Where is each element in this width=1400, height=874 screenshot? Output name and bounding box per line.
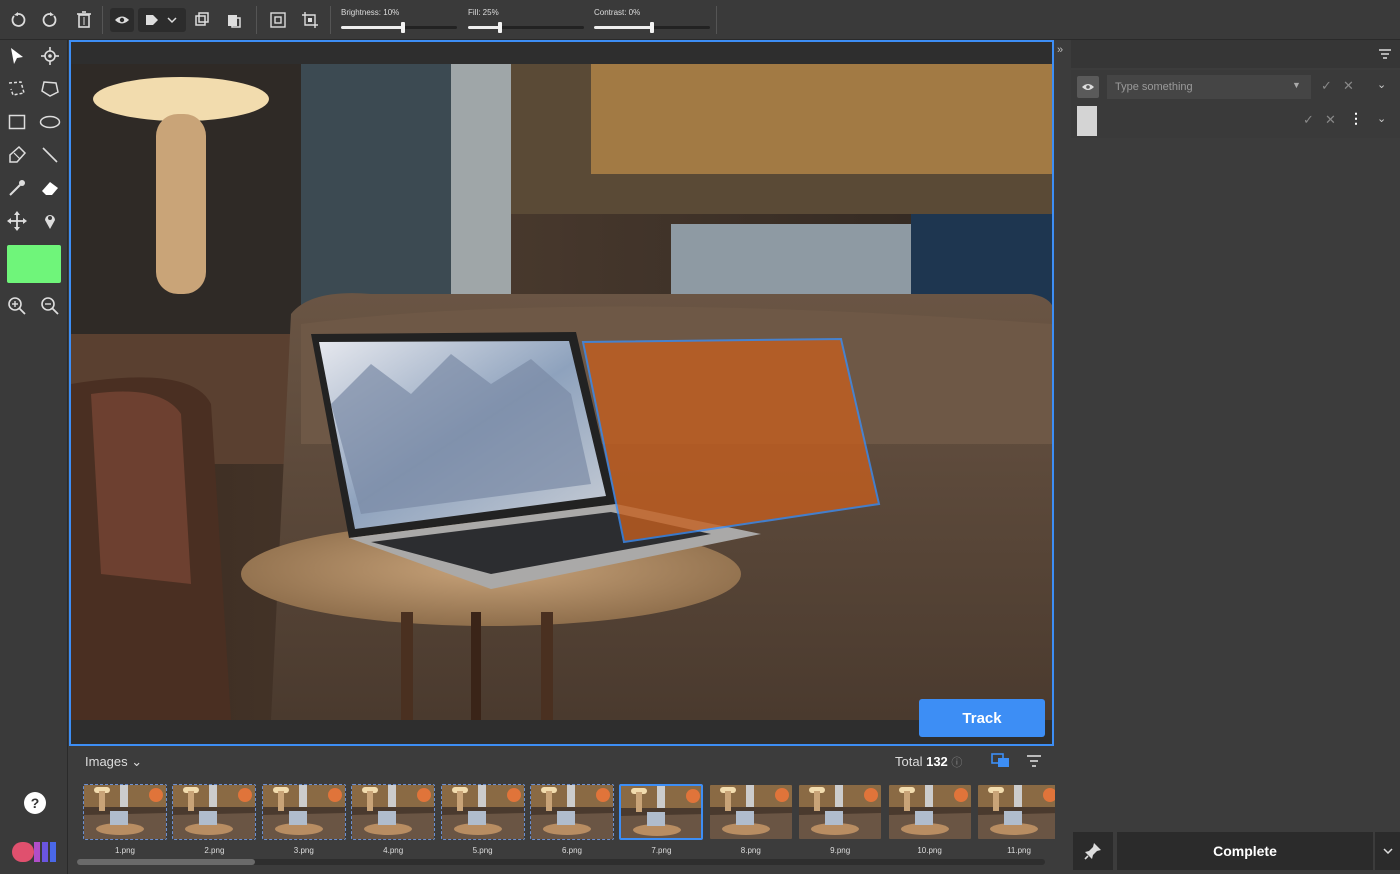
thumbnail[interactable]	[351, 784, 436, 840]
thumbnail[interactable]	[530, 784, 614, 840]
eye-toggle-icon[interactable]	[1077, 76, 1099, 98]
fit-selection-icon[interactable]	[266, 8, 290, 32]
visibility-eye-icon[interactable]	[110, 8, 134, 32]
object-close-icon[interactable]: ✕	[1325, 112, 1336, 128]
check-icon[interactable]: ✓	[1321, 78, 1332, 94]
crosshair-tool-icon[interactable]	[37, 43, 63, 69]
thumbnail[interactable]	[619, 784, 704, 840]
complete-button[interactable]: Complete	[1117, 832, 1373, 870]
images-title[interactable]: Images ⌄	[85, 754, 142, 770]
undo-icon[interactable]	[6, 8, 30, 32]
object-expand-icon[interactable]: ⌄	[1377, 112, 1386, 125]
pen-tool-icon[interactable]	[4, 142, 30, 168]
brightness-slider[interactable]: Brightness: 10%	[341, 8, 457, 34]
pin-button[interactable]	[1073, 832, 1113, 870]
copy-icon[interactable]	[190, 8, 214, 32]
complete-options-chevron-icon[interactable]	[1375, 832, 1400, 870]
eyedropper-tool-icon[interactable]	[4, 175, 30, 201]
thumbnail-label: 10.png	[917, 846, 942, 855]
objects-panel: » ▼ ✓ ✕ ⌄ ✓ ✕ ⋮ ⌄ Complete	[1055, 40, 1400, 874]
object-check-icon[interactable]: ✓	[1303, 112, 1314, 128]
thumbnail-label: 3.png	[293, 846, 314, 855]
menu-icon[interactable]	[1378, 47, 1392, 65]
compare-frames-icon[interactable]	[991, 753, 1011, 774]
tag-dropdown[interactable]	[138, 8, 186, 32]
ellipse-tool-icon[interactable]	[37, 109, 63, 135]
line-tool-icon[interactable]	[37, 142, 63, 168]
strip-scrollbar[interactable]	[77, 859, 1045, 865]
info-icon: ⓘ	[951, 757, 963, 769]
thumbnail-label: 11.png	[1007, 846, 1031, 855]
top-toolbar: Brightness: 10% Fill: 25% Contrast: 0%	[0, 0, 1400, 40]
thumbnail-label: 6.png	[561, 846, 583, 855]
object-row[interactable]: ✓ ✕ ⋮ ⌄	[1071, 104, 1400, 138]
brightness-label: Brightness: 10%	[341, 8, 400, 17]
move-tool-icon[interactable]	[4, 208, 30, 234]
eraser-tool-icon[interactable]	[37, 175, 63, 201]
polygon-tool-icon[interactable]	[37, 76, 63, 102]
contrast-slider[interactable]: Contrast: 0%	[594, 8, 710, 34]
delete-icon[interactable]	[72, 8, 96, 32]
crop-icon[interactable]	[298, 8, 322, 32]
paste-icon[interactable]	[222, 8, 246, 32]
collapse-panel-icon[interactable]: »	[1057, 44, 1063, 56]
pointer-tool-icon[interactable]	[4, 43, 30, 69]
thumbnail[interactable]	[977, 784, 1061, 840]
scene-image	[71, 64, 1052, 720]
panel-header	[1071, 40, 1400, 68]
thumbnail-label: 4.png	[383, 846, 404, 855]
label-search-input[interactable]	[1107, 75, 1311, 99]
zoom-in-icon[interactable]	[4, 293, 30, 319]
thumbnail-label: 8.png	[740, 846, 761, 855]
lasso-tool-icon[interactable]	[4, 76, 30, 102]
app-logo	[12, 840, 58, 864]
thumbnail[interactable]	[440, 784, 525, 840]
pin-tool-icon[interactable]	[37, 208, 63, 234]
rectangle-tool-icon[interactable]	[4, 109, 30, 135]
thumbnail-label: 7.png	[651, 846, 672, 855]
zoom-out-icon[interactable]	[37, 293, 63, 319]
object-color-swatch	[1077, 106, 1097, 136]
annotation-canvas[interactable]: Track	[69, 40, 1054, 746]
thumbnail[interactable]	[709, 784, 793, 840]
thumbnail[interactable]	[172, 784, 257, 840]
thumbnail-label: 9.png	[830, 846, 851, 855]
expand-chevron-icon[interactable]: ⌄	[1377, 78, 1386, 91]
filter-icon[interactable]	[1026, 754, 1042, 773]
total-count: Total 132 ⓘ	[895, 754, 963, 769]
thumbnail[interactable]	[83, 784, 167, 840]
thumbnail[interactable]	[798, 784, 882, 840]
close-icon[interactable]: ✕	[1343, 78, 1354, 94]
image-strip: Images ⌄ Total 132 ⓘ 1.png 2.png 3.png 4.pn…	[69, 746, 1060, 874]
thumbnail[interactable]	[888, 784, 972, 840]
contrast-label: Contrast: 0%	[594, 8, 641, 17]
thumbnail[interactable]	[261, 784, 346, 840]
redo-icon[interactable]	[38, 8, 62, 32]
chevron-double-down-icon[interactable]: ⌄	[131, 754, 142, 769]
chevron-down-icon[interactable]: ▼	[1292, 80, 1301, 90]
fill-label: Fill: 25%	[468, 8, 499, 17]
active-color-swatch[interactable]	[7, 245, 61, 283]
thumbnail-label: 1.png	[114, 846, 136, 855]
help-icon[interactable]: ?	[24, 792, 46, 814]
thumbnail-label: 2.png	[204, 846, 225, 855]
track-button[interactable]: Track	[919, 699, 1045, 737]
fill-slider[interactable]: Fill: 25%	[468, 8, 584, 34]
tool-palette: ?	[0, 40, 68, 874]
thumbnail-label: 5.png	[472, 846, 493, 855]
more-options-icon[interactable]: ⋮	[1349, 110, 1363, 127]
